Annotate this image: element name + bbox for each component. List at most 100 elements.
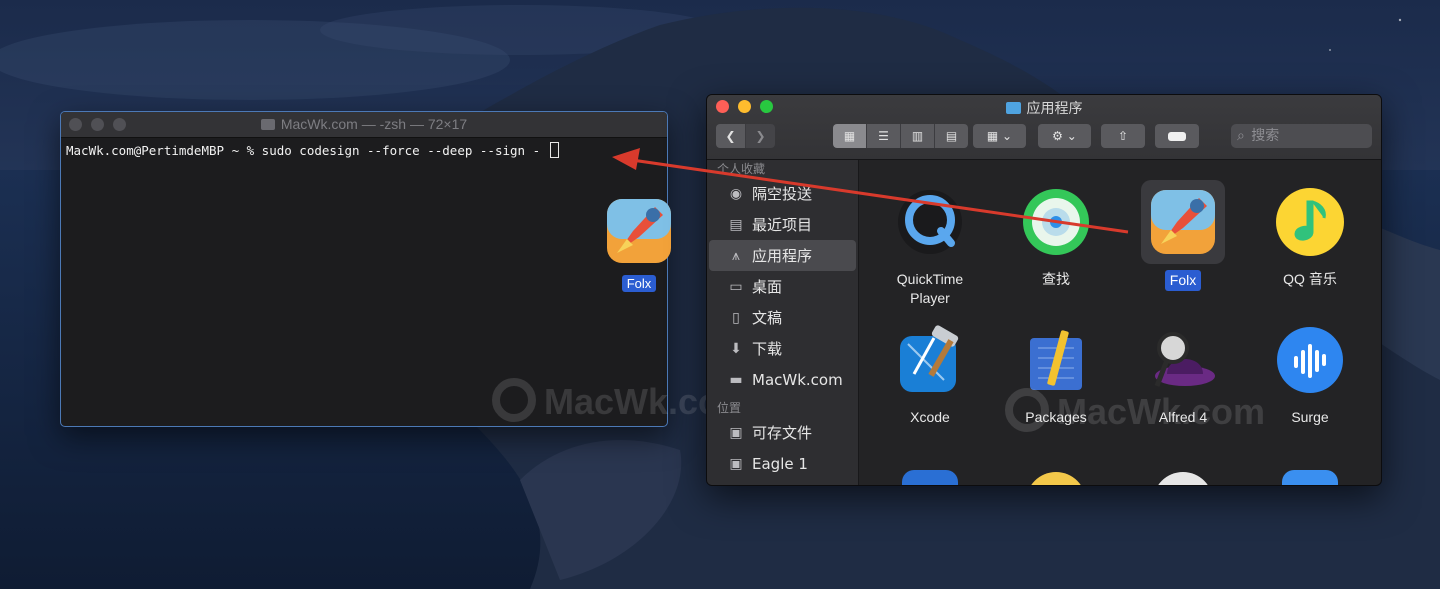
app-partial-1[interactable]	[875, 460, 985, 485]
watermark-logo-icon	[492, 378, 536, 422]
app-partial-4[interactable]	[1255, 460, 1365, 485]
desktop-icon: ▭	[729, 278, 743, 295]
share-button[interactable]: ⇧	[1101, 124, 1145, 148]
text-cursor	[549, 142, 559, 158]
column-view-button[interactable]: ▥	[901, 124, 935, 148]
recents-icon: ▤	[729, 216, 743, 233]
navigation-buttons: ❮ ❯	[716, 124, 775, 148]
grid-icon: ▦	[843, 129, 856, 143]
terminal-title-text: MacWk.com — -zsh — 72×17	[280, 116, 468, 132]
tags-button[interactable]	[1155, 124, 1199, 148]
list-icon: ☰	[878, 129, 889, 143]
chevron-right-icon: ❯	[755, 129, 766, 143]
app-name-selected: Folx	[1164, 270, 1202, 291]
sidebar-item-documents[interactable]: ▯ 文稿	[707, 302, 858, 333]
sidebar-item-macwk-folder[interactable]: ▬ MacWk.com	[707, 364, 858, 395]
sidebar-item-airdrop[interactable]: ◉ 隔空投送	[707, 178, 858, 209]
app-partial-2[interactable]	[1001, 460, 1111, 485]
icon-view-button[interactable]: ▦	[833, 124, 867, 148]
action-button[interactable]: ⚙ ⌄	[1038, 124, 1091, 148]
airdrop-icon: ◉	[729, 185, 743, 202]
sidebar-item-label: 可存文件	[752, 424, 813, 442]
command-line: MacWk.com@PertimdeMBP ~ % sudo codesign …	[66, 143, 548, 158]
app-icon	[1141, 460, 1225, 485]
sidebar-item-label: 应用程序	[752, 247, 813, 265]
folx-rocket-icon	[607, 199, 671, 263]
folder-icon	[260, 119, 275, 130]
columns-icon: ▥	[911, 129, 924, 143]
folder-icon: ▬	[729, 371, 743, 388]
sidebar-header-favorites: 个人收藏	[717, 162, 766, 176]
sidebar-item-label: 下载	[752, 340, 783, 358]
downloads-icon: ⬇	[730, 340, 742, 357]
back-button[interactable]: ❮	[716, 124, 746, 148]
sidebar-item-eagle[interactable]: ▣ Eagle 1	[707, 448, 858, 479]
sidebar-item-storage[interactable]: ▣ 可存文件	[707, 417, 858, 448]
app-icon	[1268, 460, 1352, 485]
search-field[interactable]: ⌕ 搜索	[1231, 124, 1372, 148]
gear-icon: ⚙ ⌄	[1052, 129, 1077, 143]
terminal-content[interactable]: MacWk.com@PertimdeMBP ~ % sudo codesign …	[61, 138, 667, 162]
app-folx[interactable]: Folx	[1128, 180, 1238, 291]
app-name-line2: Player	[910, 290, 950, 306]
tag-icon	[1168, 131, 1186, 141]
chevron-left-icon: ❮	[725, 129, 736, 143]
sidebar-item-label: Eagle 1	[752, 454, 808, 473]
sidebar-item-desktop[interactable]: ▭ 桌面	[707, 271, 858, 302]
documents-icon: ▯	[732, 309, 740, 326]
search-icon: ⌕	[1237, 128, 1245, 144]
surge-icon	[1268, 318, 1352, 402]
gallery-icon: ▤	[945, 129, 958, 143]
window-title: 应用程序	[707, 98, 1381, 118]
list-view-button[interactable]: ☰	[867, 124, 901, 148]
applications-icon: ⩚	[732, 247, 740, 264]
app-xcode[interactable]: Xcode	[875, 318, 985, 427]
applications-folder-icon	[1005, 102, 1021, 114]
xcode-icon	[888, 318, 972, 402]
app-name: QQ 音乐	[1283, 271, 1337, 287]
view-mode-control: ▦ ☰ ▥ ▤	[833, 124, 968, 148]
app-surge[interactable]: Surge	[1255, 318, 1365, 427]
qqmusic-icon	[1268, 180, 1352, 264]
search-placeholder: 搜索	[1251, 128, 1280, 144]
group-grid-icon: ▦ ⌄	[986, 129, 1013, 143]
group-button[interactable]: ▦ ⌄	[973, 124, 1026, 148]
sidebar-item-recents[interactable]: ▤ 最近项目	[707, 209, 858, 240]
app-name: Surge	[1291, 409, 1329, 425]
sidebar-header-locations: 位置	[717, 401, 742, 415]
share-icon: ⇧	[1117, 129, 1129, 143]
sidebar-item-label: 隔空投送	[752, 185, 813, 203]
sidebar-item-label: 最近项目	[752, 216, 813, 234]
app-partial-3[interactable]	[1128, 460, 1238, 485]
folx-rocket-icon	[1141, 180, 1225, 264]
finder-content[interactable]: QuickTime Player 查找 Folx QQ 音乐 Xcode Pac…	[859, 160, 1381, 485]
app-qq-music[interactable]: QQ 音乐	[1255, 180, 1365, 289]
desktop-icon-label: Folx	[621, 275, 657, 292]
finder-toolbar[interactable]: 应用程序 ❮ ❯ ▦ ☰ ▥ ▤ ▦ ⌄ ⚙ ⌄ ⇧ ⌕ 搜索	[707, 95, 1381, 160]
findmy-icon	[1014, 180, 1098, 264]
app-name: QuickTime	[896, 271, 964, 287]
watermark-text: MacWk.com	[1057, 391, 1266, 432]
app-icon	[1014, 460, 1098, 485]
app-name: Xcode	[910, 409, 950, 425]
app-quicktime-player[interactable]: QuickTime Player	[875, 180, 985, 308]
terminal-titlebar[interactable]: MacWk.com — -zsh — 72×17	[61, 112, 667, 138]
finder-window[interactable]: 应用程序 ❮ ❯ ▦ ☰ ▥ ▤ ▦ ⌄ ⚙ ⌄ ⇧ ⌕ 搜索 个人收藏 ◉ 隔空…	[706, 94, 1382, 486]
app-icon	[888, 460, 972, 485]
disk-icon: ▣	[729, 455, 743, 472]
app-find-my[interactable]: 查找	[1001, 180, 1111, 289]
forward-button[interactable]: ❯	[746, 124, 775, 148]
finder-sidebar[interactable]: 个人收藏 ◉ 隔空投送 ▤ 最近项目 ⩚ 应用程序 ▭ 桌面 ▯ 文稿 ⬇ 下载 ▬ MacW…	[707, 160, 859, 485]
sidebar-item-downloads[interactable]: ⬇ 下载	[707, 333, 858, 364]
gallery-view-button[interactable]: ▤	[935, 124, 968, 148]
sidebar-item-label: 桌面	[752, 278, 783, 296]
watermark: MacWk.com	[1005, 388, 1265, 433]
sidebar-item-applications[interactable]: ⩚ 应用程序	[709, 240, 856, 271]
app-name: 查找	[1042, 271, 1070, 287]
quicktime-icon	[888, 180, 972, 264]
disk-icon: ▣	[729, 424, 743, 441]
desktop-icon-folx[interactable]: Folx	[600, 195, 678, 292]
terminal-title: MacWk.com — -zsh — 72×17	[61, 116, 667, 132]
sidebar-item-label: MacWk.com	[752, 370, 843, 389]
window-title-text: 应用程序	[1026, 101, 1083, 117]
